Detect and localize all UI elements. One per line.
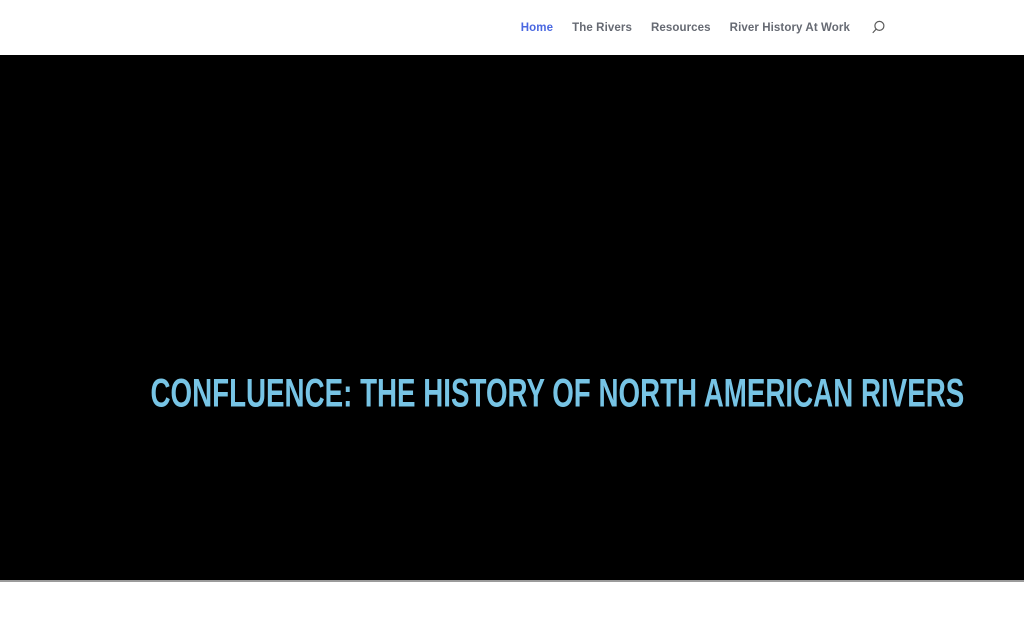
basin-mexico-8 <box>489 544 511 566</box>
page: Home The Rivers Resources River History … <box>0 0 1024 618</box>
arctic-island <box>575 182 605 212</box>
nav-item-the-rivers[interactable]: The Rivers <box>572 22 632 34</box>
aleutian-island <box>350 249 356 255</box>
site-header: Home The Rivers Resources River History … <box>0 0 1024 55</box>
basin-mexico-6 <box>502 486 522 506</box>
aleutian-island <box>338 255 344 261</box>
greenland-speck <box>605 78 625 98</box>
greenland-speck <box>631 70 649 88</box>
river-basins-map <box>0 55 1024 580</box>
basin-florida-tip <box>635 488 643 496</box>
main-nav: Home The Rivers Resources River History … <box>521 20 886 36</box>
search-icon <box>871 20 886 35</box>
basin-yucatan-b <box>579 503 591 515</box>
basin-north-band-a <box>503 208 525 226</box>
basin-quebec-blue <box>662 320 684 342</box>
gulf-of-mexico <box>516 453 608 505</box>
hero-title-text: CONFLUENCE: THE HISTORY OF NORTH AMERICA… <box>150 372 964 417</box>
basin-mexico-9 <box>513 543 531 561</box>
below-hero-strip <box>0 580 1024 618</box>
nav-item-river-history-at-work[interactable]: River History At Work <box>730 22 850 34</box>
greenland-speck <box>655 85 675 105</box>
lake-huron <box>581 344 597 360</box>
basin-mexico-5 <box>523 512 545 534</box>
greenland-speck <box>698 167 714 183</box>
greenland-speck <box>688 193 704 209</box>
search-button[interactable] <box>870 20 886 36</box>
basin-dubawnt <box>516 242 538 260</box>
greenland-speck <box>676 109 696 129</box>
greenland-speck <box>691 140 709 158</box>
basin-assiniboine <box>480 298 508 316</box>
basin-central-america-3 <box>575 560 593 578</box>
basin-mexico-4 <box>471 528 493 550</box>
hero-section: CONFLUENCE: THE HISTORY OF NORTH AMERICA… <box>0 55 1024 580</box>
aleutian-island <box>303 267 309 273</box>
arctic-island <box>611 191 639 219</box>
nav-item-home[interactable]: Home <box>521 22 553 34</box>
nav-item-resources[interactable]: Resources <box>651 22 711 34</box>
arctic-island <box>528 103 562 137</box>
hero-title: CONFLUENCE: THE HISTORY OF NORTH AMERICA… <box>0 373 1024 416</box>
island-hispaniola <box>662 515 674 523</box>
basin-newfoundland-b <box>703 345 717 357</box>
basin-ungava <box>639 272 669 290</box>
basin-texas-gulf-b <box>517 428 537 444</box>
basin-north-band-b <box>567 224 585 238</box>
aleutian-island <box>315 264 321 270</box>
aleutian-island <box>327 260 333 266</box>
island-cuba-b <box>652 504 658 510</box>
basin-bristol-bay <box>341 220 363 238</box>
basin-central-america-6 <box>620 565 634 579</box>
basin-atlantic-8 <box>632 432 650 450</box>
island-puerto-rico <box>676 519 684 525</box>
basin-quebec-purple <box>628 346 646 364</box>
basin-quebec-red <box>627 306 653 332</box>
basin-central-america-7 <box>553 537 567 551</box>
basin-copper <box>367 216 389 234</box>
arctic-island <box>484 179 516 211</box>
